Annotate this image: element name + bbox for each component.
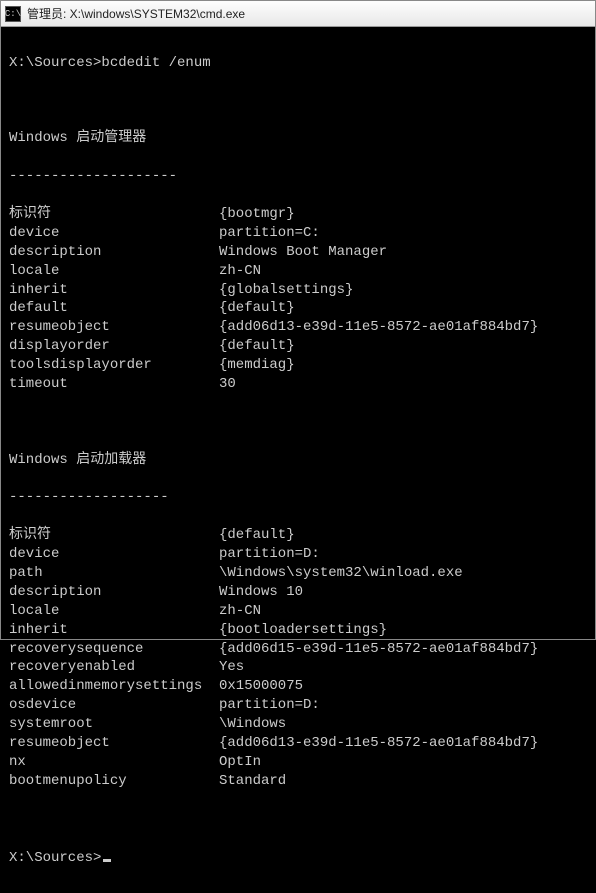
prompt-line: X:\Sources>bcdedit /enum [9,54,587,73]
config-row: inherit{globalsettings} [9,281,587,300]
config-row: localezh-CN [9,602,587,621]
config-key: systemroot [9,715,219,734]
config-value: Standard [219,773,286,789]
config-row: 标识符{default} [9,526,587,545]
config-key: inherit [9,621,219,640]
config-value: partition=C: [219,225,320,241]
config-key: toolsdisplayorder [9,356,219,375]
cursor [103,859,111,862]
config-key: locale [9,262,219,281]
config-row: resumeobject{add06d13-e39d-11e5-8572-ae0… [9,318,587,337]
config-key: recoveryenabled [9,658,219,677]
window-title: 管理员: X:\windows\SYSTEM32\cmd.exe [27,5,245,22]
prompt-command: bcdedit /enum [101,55,210,71]
config-row: descriptionWindows Boot Manager [9,243,587,262]
section-title-bootmgr: Windows 启动管理器 [9,129,587,148]
config-key: bootmenupolicy [9,772,219,791]
section-title-loader: Windows 启动加载器 [9,451,587,470]
config-value: {memdiag} [219,357,295,373]
config-key: resumeobject [9,734,219,753]
config-value: {add06d13-e39d-11e5-8572-ae01af884bd7} [219,735,538,751]
config-row: nxOptIn [9,753,587,772]
config-value: {add06d15-e39d-11e5-8572-ae01af884bd7} [219,641,538,657]
config-row: descriptionWindows 10 [9,583,587,602]
config-key: description [9,243,219,262]
config-key: nx [9,753,219,772]
terminal-output[interactable]: X:\Sources>bcdedit /enum Windows 启动管理器 -… [1,27,595,893]
config-value: Windows 10 [219,584,303,600]
section-divider: -------------------- [9,167,587,186]
config-value: Yes [219,659,244,675]
config-row: inherit{bootloadersettings} [9,621,587,640]
config-key: device [9,224,219,243]
config-value: 30 [219,376,236,392]
cmd-icon: C:\ [5,6,21,22]
blank-line [9,413,587,432]
config-row: localezh-CN [9,262,587,281]
config-row: timeout30 [9,375,587,394]
config-key: default [9,299,219,318]
config-key: displayorder [9,337,219,356]
config-row: recoverysequence{add06d15-e39d-11e5-8572… [9,640,587,659]
config-key: 标识符 [9,526,219,545]
config-key: device [9,545,219,564]
config-key: inherit [9,281,219,300]
config-row: recoveryenabledYes [9,658,587,677]
section-divider: ------------------- [9,488,587,507]
config-row: allowedinmemorysettings0x15000075 [9,677,587,696]
config-row: bootmenupolicyStandard [9,772,587,791]
config-row: osdevicepartition=D: [9,696,587,715]
config-value: {default} [219,527,295,543]
config-value: partition=D: [219,546,320,562]
config-row: devicepartition=D: [9,545,587,564]
config-row: devicepartition=C: [9,224,587,243]
config-value: \Windows [219,716,286,732]
config-value: OptIn [219,754,261,770]
prompt-line: X:\Sources> [9,849,587,868]
config-key: allowedinmemorysettings [9,677,219,696]
config-value: zh-CN [219,603,261,619]
config-value: zh-CN [219,263,261,279]
config-key: osdevice [9,696,219,715]
config-row: path\Windows\system32\winload.exe [9,564,587,583]
config-key: 标识符 [9,205,219,224]
config-row: default{default} [9,299,587,318]
blank-line [9,810,587,829]
config-key: resumeobject [9,318,219,337]
config-key: timeout [9,375,219,394]
config-value: {globalsettings} [219,282,353,298]
config-value: {default} [219,300,295,316]
config-value: {bootloadersettings} [219,622,387,638]
config-value: \Windows\system32\winload.exe [219,565,463,581]
config-row: toolsdisplayorder{memdiag} [9,356,587,375]
window-titlebar[interactable]: C:\ 管理员: X:\windows\SYSTEM32\cmd.exe [1,1,595,27]
config-row: systemroot\Windows [9,715,587,734]
prompt-path: X:\Sources> [9,55,101,71]
config-key: locale [9,602,219,621]
config-row: resumeobject{add06d13-e39d-11e5-8572-ae0… [9,734,587,753]
config-key: path [9,564,219,583]
config-value: 0x15000075 [219,678,303,694]
config-key: recoverysequence [9,640,219,659]
config-row: 标识符{bootmgr} [9,205,587,224]
config-value: partition=D: [219,697,320,713]
config-value: {add06d13-e39d-11e5-8572-ae01af884bd7} [219,319,538,335]
config-value: {bootmgr} [219,206,295,222]
config-value: {default} [219,338,295,354]
blank-line [9,92,587,111]
config-value: Windows Boot Manager [219,244,387,260]
prompt-path: X:\Sources> [9,850,101,866]
config-row: displayorder{default} [9,337,587,356]
config-key: description [9,583,219,602]
